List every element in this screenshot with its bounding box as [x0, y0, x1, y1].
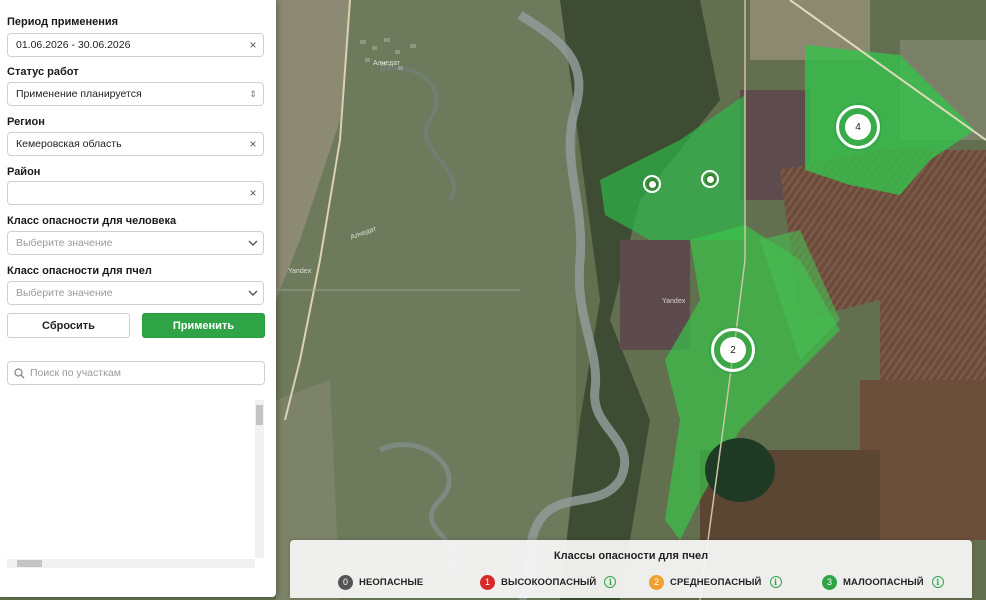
human-class-placeholder: Выберите значение	[16, 237, 113, 249]
legend-item-high-hazard: 1 ВЫСОКООПАСНЫЙ i	[480, 574, 617, 590]
clear-icon[interactable]: ×	[243, 182, 263, 204]
chevron-down-icon	[243, 232, 263, 254]
search-placeholder: Поиск по участкам	[30, 367, 121, 379]
vertical-scrollbar[interactable]	[255, 400, 264, 558]
bee-class-select[interactable]: Выберите значение	[7, 281, 264, 305]
legend-item-medium-hazard: 2 СРЕДНЕОПАСНЫЙ i	[649, 574, 782, 590]
legend-label: МАЛООПАСНЫЙ	[843, 576, 924, 588]
scrollbar-thumb[interactable]	[256, 405, 263, 425]
class-2-badge: 2	[649, 574, 664, 590]
marker-dot	[704, 173, 716, 185]
class-3-badge: 3	[822, 574, 837, 590]
legend-title: Классы опасности для пчел	[553, 550, 709, 562]
period-label: Период применения	[7, 16, 119, 28]
region-label: Регион	[7, 116, 45, 128]
marker-dot	[646, 178, 658, 190]
chevron-down-icon	[243, 282, 263, 304]
period-value: 01.06.2026 - 30.06.2026	[16, 39, 131, 51]
legend-label: НЕОПАСНЫЕ	[359, 576, 424, 588]
legend-item-low-hazard: 3 МАЛООПАСНЫЙ i	[822, 574, 944, 590]
period-field[interactable]: 01.06.2026 - 30.06.2026 ×	[7, 33, 264, 57]
bee-class-label: Класс опасности для пчел	[7, 265, 152, 277]
info-icon[interactable]: i	[604, 576, 617, 588]
region-value: Кемеровская область	[16, 138, 122, 150]
legend-label: СРЕДНЕОПАСНЫЙ	[670, 576, 762, 588]
map-field-marker[interactable]	[701, 170, 719, 188]
human-class-select[interactable]: Выберите значение	[7, 231, 264, 255]
map-watermark: Yandex	[662, 298, 686, 305]
district-field[interactable]: ×	[7, 181, 264, 205]
class-0-badge: 0	[338, 574, 353, 590]
map-cluster-marker[interactable]: 2	[711, 328, 755, 372]
bee-hazard-legend: Классы опасности для пчел 0 НЕОПАСНЫЕ 1 …	[290, 540, 972, 598]
human-class-label: Класс опасности для человека	[7, 215, 177, 227]
info-icon[interactable]: i	[769, 576, 782, 588]
info-icon[interactable]: i	[931, 576, 944, 588]
filter-panel: Период применения 01.06.2026 - 30.06.202…	[0, 0, 276, 597]
clear-icon[interactable]: ×	[243, 34, 263, 56]
map-watermark: Yandex	[288, 268, 312, 275]
bee-class-placeholder: Выберите значение	[16, 287, 113, 299]
plots-list	[7, 394, 265, 568]
region-field[interactable]: Кемеровская область ×	[7, 132, 264, 156]
updown-arrows-icon: ⇕	[249, 88, 257, 99]
legend-label: ВЫСОКООПАСНЫЙ	[501, 576, 597, 588]
search-input[interactable]: Поиск по участкам	[7, 361, 265, 385]
status-select[interactable]: Применение планируется ⇕	[7, 82, 264, 106]
cluster-count: 4	[845, 114, 871, 140]
map-cluster-marker[interactable]: 4	[836, 105, 880, 149]
horizontal-scrollbar[interactable]	[7, 559, 255, 568]
map-place-label: Алчедат	[373, 60, 401, 67]
map-field-marker[interactable]	[643, 175, 661, 193]
class-1-badge: 1	[480, 574, 495, 590]
clear-icon[interactable]: ×	[243, 133, 263, 155]
reset-button[interactable]: Сбросить	[7, 313, 130, 338]
legend-item-non-hazardous: 0 НЕОПАСНЫЕ	[338, 574, 423, 590]
status-value: Применение планируется	[16, 88, 142, 100]
apply-button[interactable]: Применить	[142, 313, 265, 338]
district-label: Район	[7, 166, 41, 178]
cluster-count: 2	[720, 337, 746, 363]
scrollbar-thumb[interactable]	[17, 560, 42, 567]
status-label: Статус работ	[7, 66, 79, 78]
search-icon	[8, 367, 30, 379]
